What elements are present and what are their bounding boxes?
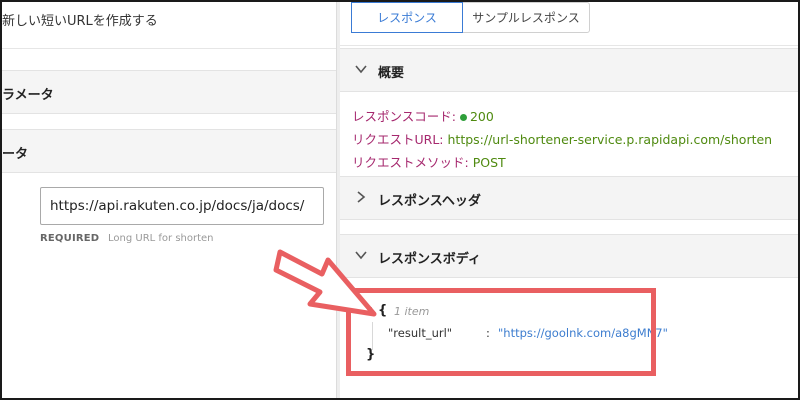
body-section-title: ータ: [2, 147, 29, 162]
request-method-label: リクエストメソッド:: [352, 155, 469, 170]
response-code-label: レスポンスコード:: [352, 109, 456, 124]
json-item-count: 1 item: [394, 305, 430, 318]
chevron-right-icon: [357, 191, 366, 203]
response-body-title: レスポンスボディ: [378, 252, 481, 267]
json-indent-guide: [372, 322, 373, 350]
chevron-down-icon: [355, 65, 367, 74]
request-url-row: リクエストURL: https://url-shortener-service.…: [352, 129, 772, 148]
caret-down-icon[interactable]: [364, 307, 372, 312]
json-value: "https://goolnk.com/a8gMN7": [498, 326, 668, 340]
request-url-value: https://url-shortener-service.p.rapidapi…: [447, 132, 773, 147]
json-separator: :: [486, 326, 490, 340]
response-headers-section-header[interactable]: レスポンスヘッダ: [340, 176, 798, 220]
tab-response[interactable]: レスポンス: [351, 2, 463, 33]
tab-sample-response[interactable]: サンプルレスポンス: [462, 2, 590, 33]
json-open-brace: {: [378, 303, 388, 318]
json-key: "result_url": [388, 326, 453, 340]
response-headers-title: レスポンスヘッダ: [378, 194, 481, 209]
request-url-label: リクエストURL:: [352, 132, 444, 147]
request-panel: 新しい短いURLを作成する ラメータ ータ REQUIRED Long URL …: [2, 2, 336, 398]
response-body-section-header[interactable]: レスポンスボディ: [340, 234, 798, 278]
required-label: REQUIRED: [40, 233, 100, 244]
tabs-divider: [340, 45, 798, 46]
field-hint: Long URL for shorten: [108, 233, 214, 244]
response-code-row: レスポンスコード: 200: [352, 106, 494, 125]
request-method-value: POST: [472, 155, 506, 170]
json-close-brace: }: [366, 347, 376, 362]
overview-section-header[interactable]: 概要: [340, 48, 798, 92]
endpoint-description: 新しい短いURLを作成する: [2, 14, 158, 29]
body-section-header[interactable]: ータ: [2, 129, 336, 173]
divider: [2, 48, 336, 49]
parameters-section-title: ラメータ: [2, 88, 54, 103]
response-code-value: 200: [469, 109, 494, 124]
overview-title: 概要: [378, 66, 405, 81]
chevron-down-icon: [355, 251, 367, 260]
request-method-row: リクエストメソッド: POST: [352, 152, 506, 171]
long-url-input[interactable]: [40, 187, 324, 225]
json-viewer: { 1 item "result_url" : "https://goolnk.…: [362, 302, 668, 368]
status-dot-icon: [459, 113, 467, 121]
parameters-section-header[interactable]: ラメータ: [2, 70, 336, 114]
response-panel: レスポンス サンプルレスポンス 概要 レスポンスコード: 200 リクエストURL…: [340, 2, 798, 398]
